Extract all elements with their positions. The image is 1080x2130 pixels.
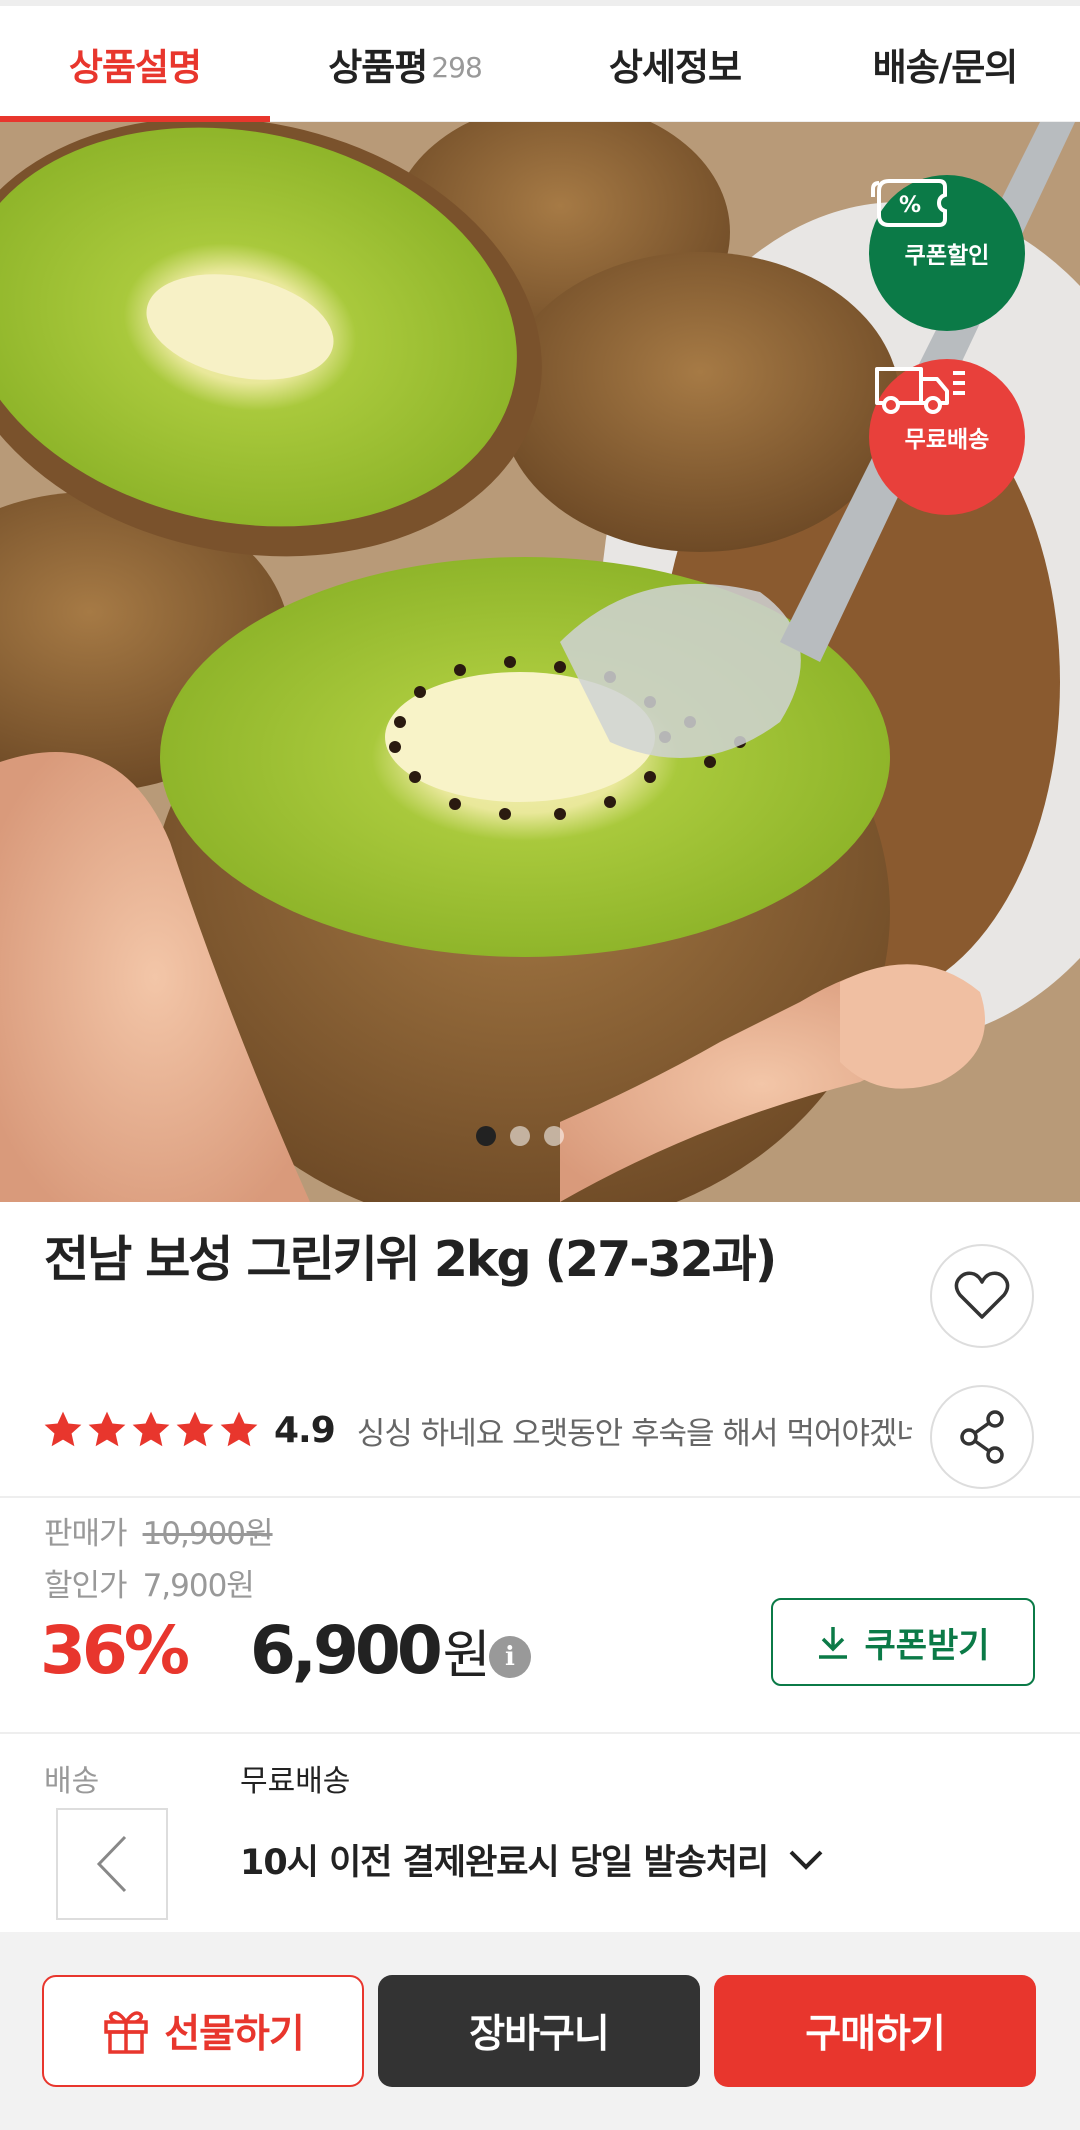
- final-price: 6,900원: [250, 1612, 491, 1689]
- wishlist-button[interactable]: [930, 1244, 1034, 1348]
- buy-button-label: 구매하기: [805, 2012, 946, 2057]
- tab-description[interactable]: 상품설명: [0, 6, 270, 123]
- star-rating: [42, 1409, 260, 1451]
- gift-button-label: 선물하기: [164, 2012, 305, 2057]
- shipping-note: 10시 이전 결제완료시 당일 발송처리: [240, 1843, 769, 1883]
- cart-button-label: 장바구니: [469, 2012, 610, 2057]
- gift-button[interactable]: 선물하기: [42, 1975, 364, 2087]
- section-divider: [0, 1496, 1080, 1498]
- gift-icon: [104, 2011, 148, 2054]
- tab-reviews[interactable]: 상품평 298: [270, 6, 540, 122]
- download-icon: [819, 1627, 848, 1659]
- discount-price-row: 할인가 7,900원: [44, 1560, 255, 1605]
- star-icon: [176, 1411, 214, 1447]
- free-shipping-label: 무료배송: [904, 427, 990, 453]
- rating-score: 4.9: [274, 1409, 336, 1451]
- tab-label: 상품설명: [68, 46, 202, 89]
- discount-percent: 36%: [40, 1612, 190, 1689]
- sale-price-label: 판매가: [44, 1516, 128, 1552]
- review-count: 298: [431, 50, 482, 84]
- final-price-unit: 원: [442, 1626, 491, 1686]
- coupon-discount-badge: % 쿠폰할인: [869, 175, 1025, 331]
- shipping-label: 배송: [44, 1764, 100, 1799]
- shipping-note-toggle[interactable]: 10시 이전 결제완료시 당일 발송처리: [240, 1834, 824, 1885]
- star-icon: [132, 1411, 170, 1447]
- tab-shipping-inquiry[interactable]: 배송/문의: [810, 6, 1080, 122]
- rating-summary[interactable]: 4.9 싱싱 하네요 오랫동안 후숙을 해서 먹어야겠네요: [42, 1400, 912, 1460]
- coupon-discount-label: 쿠폰할인: [904, 243, 990, 269]
- cart-button[interactable]: 장바구니: [378, 1975, 700, 2087]
- review-snippet[interactable]: 싱싱 하네요 오랫동안 후숙을 해서 먹어야겠네요: [357, 1408, 912, 1453]
- back-button[interactable]: [56, 1808, 168, 1920]
- section-divider: [0, 1732, 1080, 1734]
- tab-label: 상세정보: [608, 46, 742, 89]
- sale-price-row: 판매가 10,900원: [44, 1508, 274, 1553]
- star-icon: [88, 1411, 126, 1447]
- tab-details[interactable]: 상세정보: [540, 6, 810, 122]
- discount-price: 7,900원: [142, 1568, 255, 1604]
- star-icon: [220, 1411, 258, 1447]
- final-price-amount: 6,900: [250, 1612, 443, 1689]
- heart-icon: [954, 1271, 1010, 1319]
- carousel-dot[interactable]: [510, 1126, 530, 1146]
- star-icon: [44, 1411, 82, 1447]
- product-tabs: 상품설명 상품평 298 상세정보 배송/문의: [0, 6, 1080, 123]
- chevron-down-icon: [789, 1850, 823, 1870]
- buy-button[interactable]: 구매하기: [714, 1975, 1036, 2087]
- tab-label: 배송/문의: [872, 46, 1019, 89]
- product-title: 전남 보성 그린키위 2kg (27-32과): [44, 1231, 777, 1288]
- discount-price-label: 할인가: [44, 1568, 128, 1604]
- price-info-icon[interactable]: i: [489, 1636, 531, 1678]
- get-coupon-label: 쿠폰받기: [864, 1625, 990, 1666]
- original-price: 10,900원: [142, 1516, 274, 1552]
- free-shipping-badge: 무료배송: [869, 359, 1025, 515]
- share-button[interactable]: [930, 1385, 1034, 1489]
- carousel-dot-active[interactable]: [476, 1126, 496, 1146]
- product-image-carousel[interactable]: % 쿠폰할인 무료배송: [0, 122, 1080, 1202]
- percent-symbol: %: [899, 193, 921, 218]
- carousel-indicator: [0, 1126, 1080, 1146]
- purchase-action-bar: 선물하기 장바구니 구매하기: [0, 1932, 1080, 2130]
- shipping-type: 무료배송: [240, 1764, 351, 1799]
- chevron-left-icon: [96, 1835, 127, 1893]
- get-coupon-button[interactable]: 쿠폰받기: [771, 1598, 1035, 1686]
- share-icon: [960, 1410, 1004, 1464]
- tab-label: 상품평: [328, 46, 428, 89]
- carousel-dot[interactable]: [544, 1126, 564, 1146]
- delivery-truck-icon: [875, 367, 965, 414]
- coupon-icon: %: [871, 179, 947, 227]
